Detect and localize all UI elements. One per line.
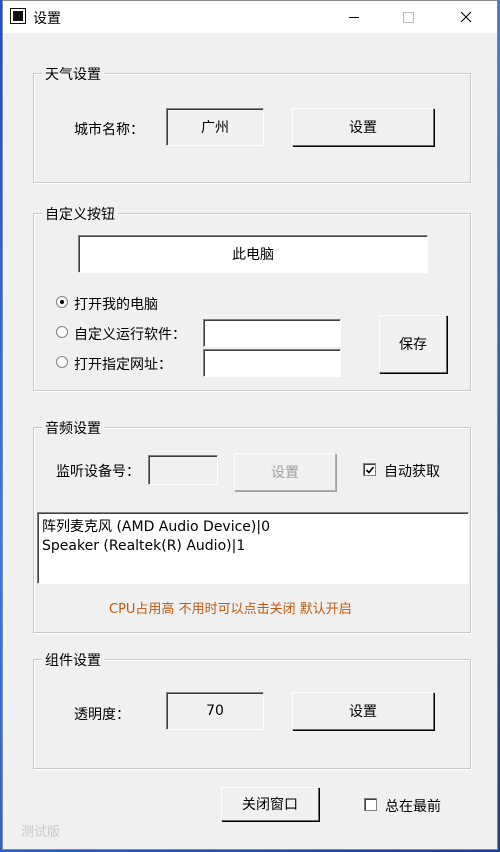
window-title: 设置 bbox=[33, 11, 61, 27]
auto-get-checkbox[interactable] bbox=[363, 463, 376, 476]
opacity-field[interactable]: 70 bbox=[166, 692, 264, 730]
version-label: 测试版 bbox=[21, 825, 61, 840]
radio-open-url-label[interactable]: 打开指定网址： bbox=[74, 354, 172, 374]
url-input[interactable] bbox=[203, 349, 341, 377]
radio-open-url[interactable] bbox=[56, 356, 68, 368]
settings-window: 设置 天气设置 城市名称： 广州 设置 自定义按钮 此电脑 打开我的电脑 自定义… bbox=[2, 0, 498, 850]
close-window-button[interactable]: 关闭窗口 bbox=[221, 787, 319, 821]
always-on-top-label[interactable]: 总在最前 bbox=[385, 796, 441, 816]
weather-set-button[interactable]: 设置 bbox=[292, 108, 434, 146]
device-number-field bbox=[148, 455, 218, 485]
opacity-label: 透明度： bbox=[74, 707, 130, 723]
checkmark-icon bbox=[365, 466, 375, 474]
weather-settings-group: 天气设置 城市名称： 广州 设置 bbox=[33, 64, 471, 183]
audio-set-button: 设置 bbox=[234, 453, 336, 491]
audio-device-list[interactable]: 阵列麦克风 (AMD Audio Device)|0 Speaker (Real… bbox=[37, 512, 469, 584]
software-path-input[interactable] bbox=[203, 319, 341, 347]
list-item[interactable]: 阵列麦克风 (AMD Audio Device)|0 bbox=[42, 516, 270, 536]
city-name-label: 城市名称： bbox=[74, 122, 144, 138]
custom-button-group: 自定义按钮 此电脑 打开我的电脑 自定义运行软件： 打开指定网址： 保存 bbox=[33, 204, 471, 391]
opacity-set-button[interactable]: 设置 bbox=[292, 692, 434, 730]
save-button[interactable]: 保存 bbox=[379, 315, 447, 373]
radio-run-custom-software-label[interactable]: 自定义运行软件： bbox=[74, 324, 186, 344]
custom-button-text-field[interactable]: 此电脑 bbox=[78, 235, 428, 273]
close-icon bbox=[460, 11, 472, 23]
audio-group-title: 音频设置 bbox=[42, 418, 104, 438]
maximize-button bbox=[385, 1, 431, 33]
title-bar[interactable]: 设置 bbox=[3, 1, 497, 33]
radio-open-my-computer-label[interactable]: 打开我的电脑 bbox=[74, 294, 158, 314]
cpu-usage-note: CPU占用高 不用时可以点击关闭 默认开启 bbox=[109, 602, 352, 617]
radio-run-custom-software[interactable] bbox=[56, 326, 68, 338]
always-on-top-checkbox[interactable] bbox=[364, 798, 377, 811]
list-item[interactable]: Speaker (Realtek(R) Audio)|1 bbox=[42, 538, 245, 554]
radio-open-my-computer[interactable] bbox=[56, 296, 68, 308]
device-number-label: 监听设备号： bbox=[56, 464, 140, 480]
close-button[interactable] bbox=[443, 1, 489, 33]
weather-group-title: 天气设置 bbox=[42, 64, 104, 84]
component-settings-group: 组件设置 透明度： 70 设置 bbox=[33, 650, 471, 769]
app-icon bbox=[10, 8, 26, 24]
maximize-icon bbox=[402, 11, 414, 23]
custom-button-group-title: 自定义按钮 bbox=[42, 204, 118, 224]
minimize-button[interactable] bbox=[331, 1, 377, 33]
component-group-title: 组件设置 bbox=[42, 650, 104, 670]
minimize-icon bbox=[349, 16, 359, 18]
auto-get-label[interactable]: 自动获取 bbox=[384, 461, 440, 481]
city-name-field[interactable]: 广州 bbox=[166, 108, 264, 146]
